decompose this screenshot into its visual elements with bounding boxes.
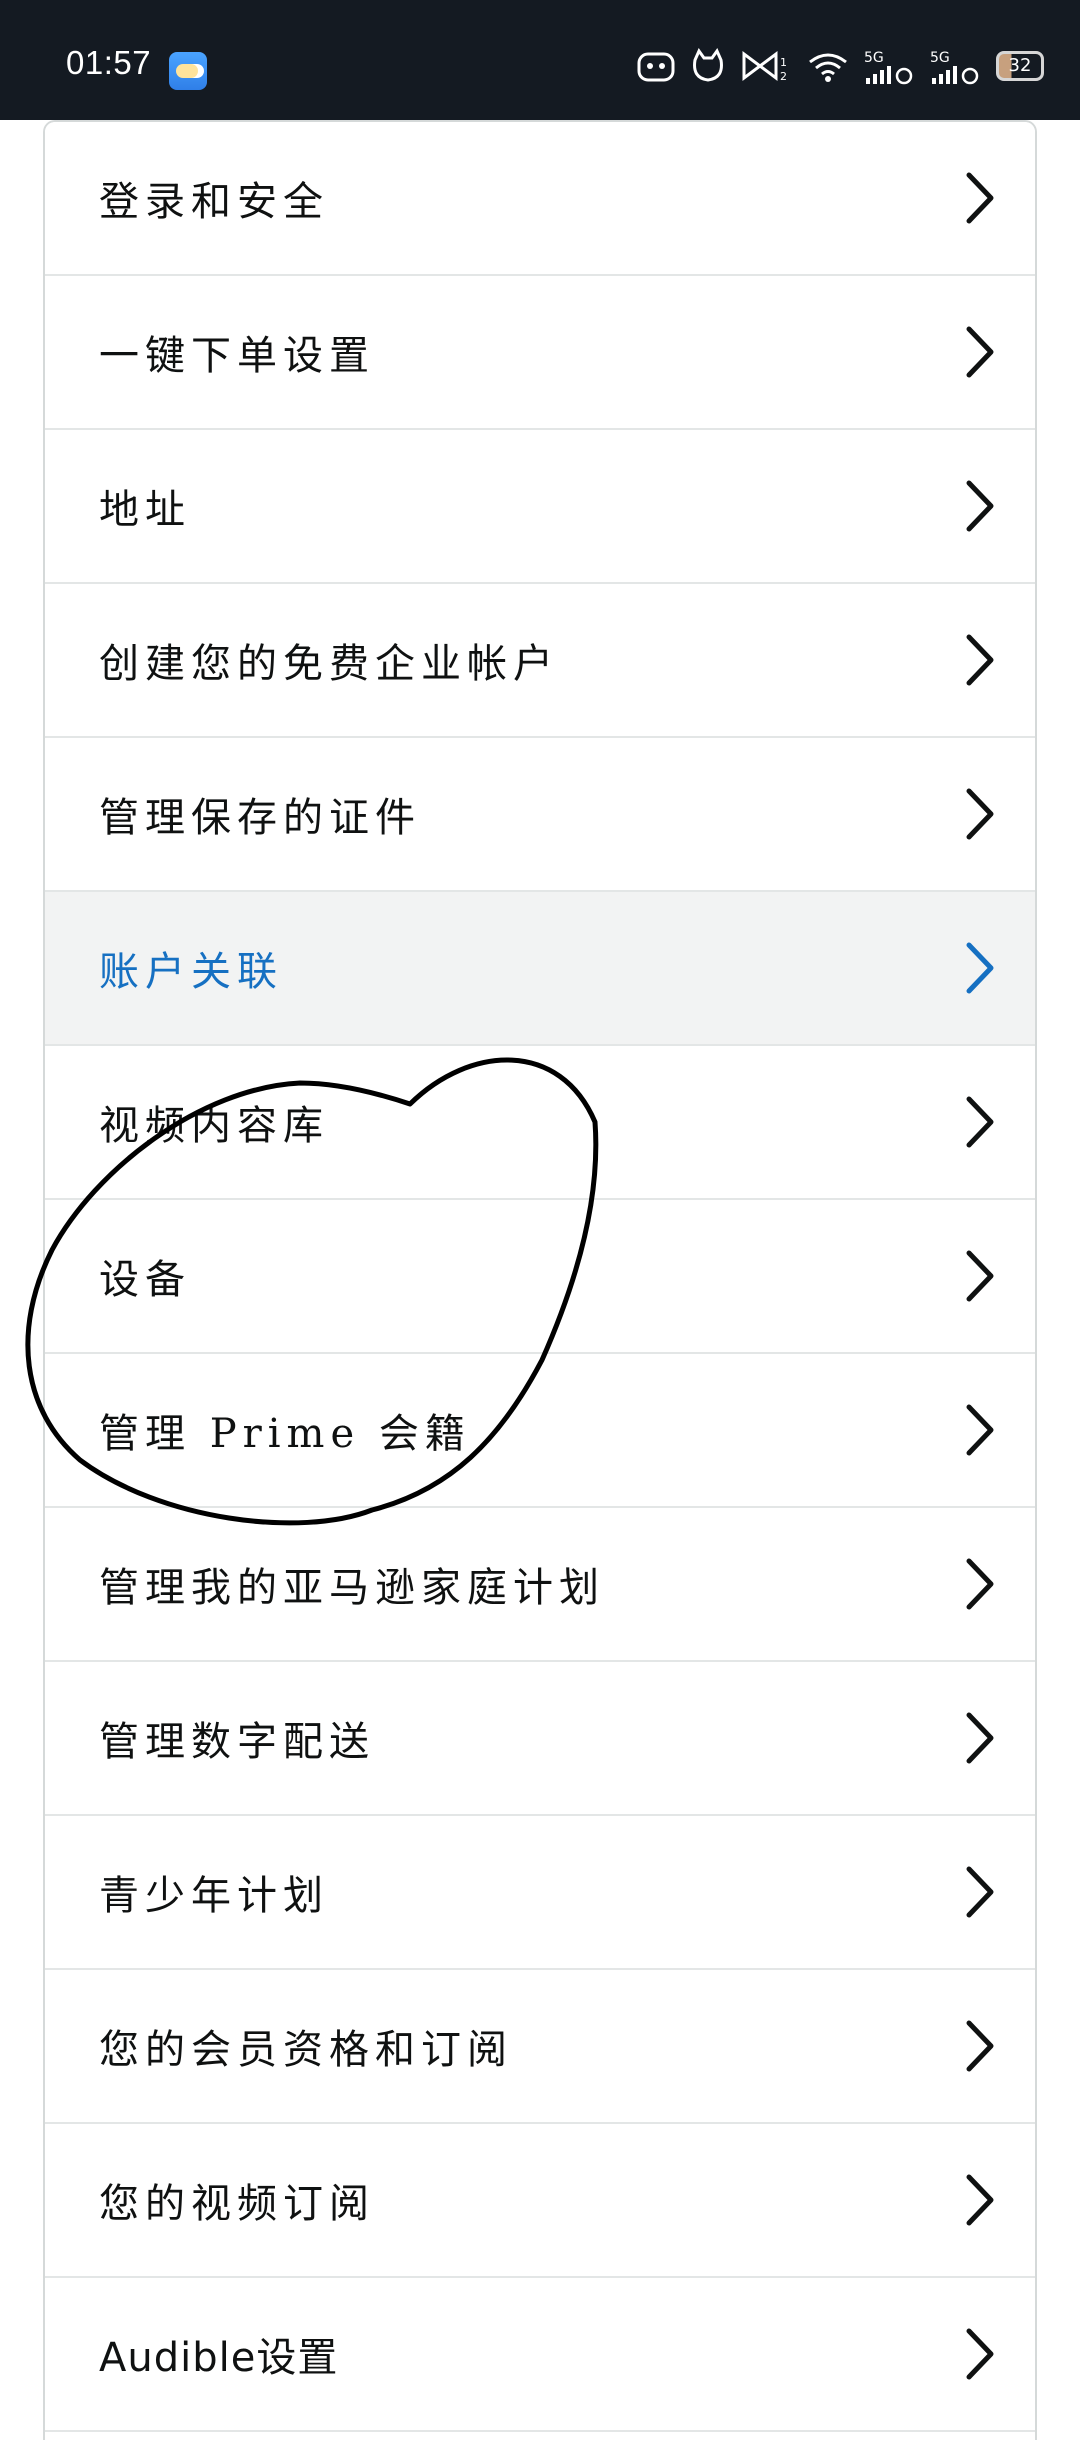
chevron-right-icon bbox=[966, 1250, 994, 1302]
svg-text:2: 2 bbox=[780, 70, 787, 83]
chevron-right-icon bbox=[966, 1404, 994, 1456]
menu-item-label: 青少年计划 bbox=[99, 1873, 329, 1919]
menu-item-label: 创建您的免费企业帐户 bbox=[99, 641, 559, 687]
signal-label-2: 5G bbox=[930, 50, 950, 66]
menu-item-login-security[interactable]: 登录和安全 bbox=[45, 122, 1035, 276]
menu-item-video-library[interactable]: 视频内容库 bbox=[45, 1046, 1035, 1200]
notification-cat-icon bbox=[636, 48, 676, 84]
menu-item-label: 管理我的亚马逊家庭计划 bbox=[99, 1565, 605, 1611]
wifi-icon bbox=[806, 48, 850, 84]
menu-item-label: 管理数字配送 bbox=[99, 1719, 375, 1765]
signal-icon-2: 5G bbox=[930, 48, 982, 85]
chevron-right-icon bbox=[966, 2020, 994, 2072]
chevron-right-icon bbox=[966, 1866, 994, 1918]
status-bar: 01:57 12 5G 5G 32 bbox=[0, 0, 1080, 120]
chevron-right-icon bbox=[966, 480, 994, 532]
status-icons: 12 5G 5G 32 bbox=[636, 48, 1044, 85]
chevron-right-icon bbox=[966, 788, 994, 840]
menu-item-label: 一键下单设置 bbox=[99, 333, 375, 379]
chevron-right-icon bbox=[966, 1712, 994, 1764]
notification-cat2-icon bbox=[690, 48, 726, 84]
menu-item-video-subscriptions[interactable]: 您的视频订阅 bbox=[45, 2124, 1035, 2278]
chevron-right-icon bbox=[966, 2328, 994, 2380]
menu-item-digital-delivery[interactable]: 管理数字配送 bbox=[45, 1662, 1035, 1816]
chevron-right-icon bbox=[966, 172, 994, 224]
menu-item-label: 管理 Prime 会籍 bbox=[99, 1411, 471, 1457]
chevron-right-icon bbox=[966, 1096, 994, 1148]
account-settings-list: 登录和安全 一键下单设置 地址 创建您的免费企业帐户 管理保存的证件 账户关联 … bbox=[43, 120, 1037, 2440]
weather-icon bbox=[169, 52, 207, 90]
menu-item-business-account[interactable]: 创建您的免费企业帐户 bbox=[45, 584, 1035, 738]
status-time: 01:57 bbox=[66, 44, 152, 81]
bow-icon: 12 bbox=[740, 48, 792, 84]
menu-item-account-linking[interactable]: 账户关联 bbox=[45, 892, 1035, 1046]
menu-item-household[interactable]: 管理我的亚马逊家庭计划 bbox=[45, 1508, 1035, 1662]
menu-item-devices[interactable]: 设备 bbox=[45, 1200, 1035, 1354]
menu-item-prime-membership[interactable]: 管理 Prime 会籍 bbox=[45, 1354, 1035, 1508]
menu-item-teen-program[interactable]: 青少年计划 bbox=[45, 1816, 1035, 1970]
signal-icon-1: 5G bbox=[864, 48, 916, 85]
menu-item-label: 设备 bbox=[99, 1257, 191, 1303]
chevron-right-icon bbox=[966, 326, 994, 378]
menu-item-saved-ids[interactable]: 管理保存的证件 bbox=[45, 738, 1035, 892]
menu-item-addresses[interactable]: 地址 bbox=[45, 430, 1035, 584]
menu-item-label: 地址 bbox=[99, 487, 191, 533]
menu-item-label: Audible设置 bbox=[99, 2335, 339, 2381]
chevron-right-icon bbox=[966, 942, 994, 994]
chevron-right-icon bbox=[966, 634, 994, 686]
menu-item-one-click[interactable]: 一键下单设置 bbox=[45, 276, 1035, 430]
svg-text:1: 1 bbox=[780, 56, 787, 69]
menu-item-label: 您的视频订阅 bbox=[99, 2181, 375, 2227]
menu-item-audible-settings[interactable]: Audible设置 bbox=[45, 2278, 1035, 2432]
menu-item-label: 您的会员资格和订阅 bbox=[99, 2027, 513, 2073]
chevron-right-icon bbox=[966, 1558, 994, 1610]
battery-icon: 32 bbox=[996, 51, 1044, 81]
menu-item-label: 账户关联 bbox=[99, 949, 283, 995]
menu-item-label: 管理保存的证件 bbox=[99, 795, 421, 841]
signal-label-1: 5G bbox=[864, 50, 884, 66]
menu-item-label: 视频内容库 bbox=[99, 1103, 329, 1149]
chevron-right-icon bbox=[966, 2174, 994, 2226]
menu-item-memberships-subscriptions[interactable]: 您的会员资格和订阅 bbox=[45, 1970, 1035, 2124]
menu-item-label: 登录和安全 bbox=[99, 179, 329, 225]
